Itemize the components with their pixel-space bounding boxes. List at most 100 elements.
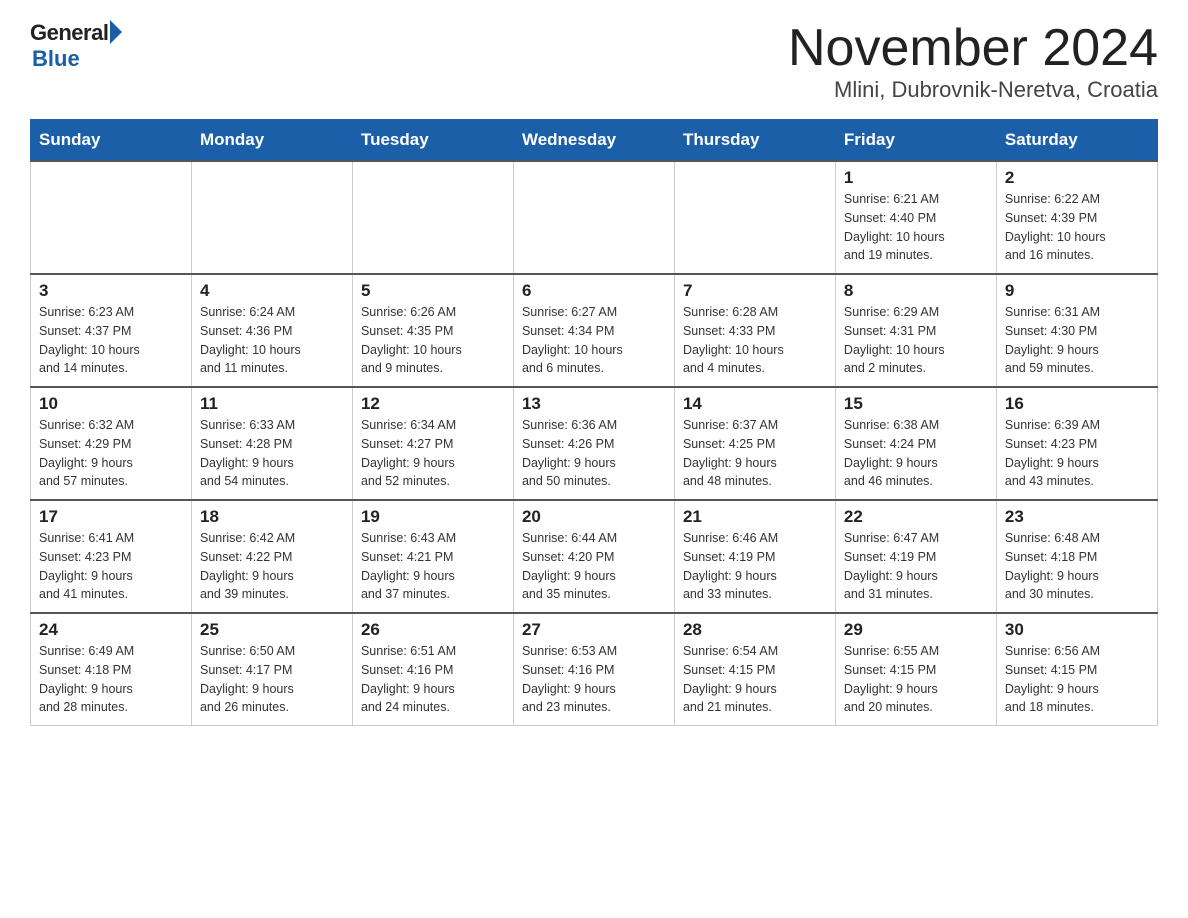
calendar-day-cell: 18Sunrise: 6:42 AMSunset: 4:22 PMDayligh… [191,500,352,613]
day-info: Sunrise: 6:34 AMSunset: 4:27 PMDaylight:… [361,416,505,491]
day-number: 7 [683,281,827,301]
calendar-empty-cell [674,161,835,274]
day-number: 16 [1005,394,1149,414]
day-info: Sunrise: 6:50 AMSunset: 4:17 PMDaylight:… [200,642,344,717]
calendar-day-cell: 13Sunrise: 6:36 AMSunset: 4:26 PMDayligh… [513,387,674,500]
calendar-day-cell: 2Sunrise: 6:22 AMSunset: 4:39 PMDaylight… [996,161,1157,274]
day-info: Sunrise: 6:24 AMSunset: 4:36 PMDaylight:… [200,303,344,378]
day-info: Sunrise: 6:41 AMSunset: 4:23 PMDaylight:… [39,529,183,604]
day-number: 18 [200,507,344,527]
day-number: 5 [361,281,505,301]
day-number: 21 [683,507,827,527]
logo: General Blue [30,20,122,72]
day-info: Sunrise: 6:32 AMSunset: 4:29 PMDaylight:… [39,416,183,491]
day-number: 13 [522,394,666,414]
day-number: 3 [39,281,183,301]
calendar-day-cell: 1Sunrise: 6:21 AMSunset: 4:40 PMDaylight… [835,161,996,274]
calendar-day-cell: 8Sunrise: 6:29 AMSunset: 4:31 PMDaylight… [835,274,996,387]
calendar-header-row: SundayMondayTuesdayWednesdayThursdayFrid… [31,120,1158,162]
calendar-day-cell: 25Sunrise: 6:50 AMSunset: 4:17 PMDayligh… [191,613,352,726]
day-number: 24 [39,620,183,640]
calendar-day-cell: 15Sunrise: 6:38 AMSunset: 4:24 PMDayligh… [835,387,996,500]
day-info: Sunrise: 6:55 AMSunset: 4:15 PMDaylight:… [844,642,988,717]
calendar-day-cell: 4Sunrise: 6:24 AMSunset: 4:36 PMDaylight… [191,274,352,387]
day-number: 27 [522,620,666,640]
calendar-day-cell: 12Sunrise: 6:34 AMSunset: 4:27 PMDayligh… [352,387,513,500]
day-info: Sunrise: 6:37 AMSunset: 4:25 PMDaylight:… [683,416,827,491]
day-info: Sunrise: 6:48 AMSunset: 4:18 PMDaylight:… [1005,529,1149,604]
day-number: 17 [39,507,183,527]
calendar-day-cell: 11Sunrise: 6:33 AMSunset: 4:28 PMDayligh… [191,387,352,500]
day-info: Sunrise: 6:39 AMSunset: 4:23 PMDaylight:… [1005,416,1149,491]
calendar-week-row: 10Sunrise: 6:32 AMSunset: 4:29 PMDayligh… [31,387,1158,500]
day-number: 15 [844,394,988,414]
day-info: Sunrise: 6:29 AMSunset: 4:31 PMDaylight:… [844,303,988,378]
day-number: 1 [844,168,988,188]
logo-general-text: General [30,20,108,46]
weekday-header-wednesday: Wednesday [513,120,674,162]
day-number: 22 [844,507,988,527]
day-number: 14 [683,394,827,414]
calendar-day-cell: 23Sunrise: 6:48 AMSunset: 4:18 PMDayligh… [996,500,1157,613]
day-number: 25 [200,620,344,640]
month-title: November 2024 [788,20,1158,77]
day-info: Sunrise: 6:46 AMSunset: 4:19 PMDaylight:… [683,529,827,604]
day-number: 26 [361,620,505,640]
day-info: Sunrise: 6:54 AMSunset: 4:15 PMDaylight:… [683,642,827,717]
day-info: Sunrise: 6:38 AMSunset: 4:24 PMDaylight:… [844,416,988,491]
day-number: 28 [683,620,827,640]
calendar-day-cell: 7Sunrise: 6:28 AMSunset: 4:33 PMDaylight… [674,274,835,387]
day-number: 9 [1005,281,1149,301]
day-info: Sunrise: 6:42 AMSunset: 4:22 PMDaylight:… [200,529,344,604]
day-info: Sunrise: 6:26 AMSunset: 4:35 PMDaylight:… [361,303,505,378]
calendar-day-cell: 17Sunrise: 6:41 AMSunset: 4:23 PMDayligh… [31,500,192,613]
day-info: Sunrise: 6:49 AMSunset: 4:18 PMDaylight:… [39,642,183,717]
calendar-week-row: 1Sunrise: 6:21 AMSunset: 4:40 PMDaylight… [31,161,1158,274]
calendar-day-cell: 30Sunrise: 6:56 AMSunset: 4:15 PMDayligh… [996,613,1157,726]
logo-blue-text: Blue [32,46,80,72]
day-info: Sunrise: 6:27 AMSunset: 4:34 PMDaylight:… [522,303,666,378]
day-number: 8 [844,281,988,301]
logo-triangle-icon [110,20,122,44]
day-info: Sunrise: 6:47 AMSunset: 4:19 PMDaylight:… [844,529,988,604]
day-info: Sunrise: 6:51 AMSunset: 4:16 PMDaylight:… [361,642,505,717]
day-info: Sunrise: 6:56 AMSunset: 4:15 PMDaylight:… [1005,642,1149,717]
calendar-day-cell: 16Sunrise: 6:39 AMSunset: 4:23 PMDayligh… [996,387,1157,500]
day-number: 29 [844,620,988,640]
calendar-day-cell: 27Sunrise: 6:53 AMSunset: 4:16 PMDayligh… [513,613,674,726]
day-info: Sunrise: 6:22 AMSunset: 4:39 PMDaylight:… [1005,190,1149,265]
calendar-day-cell: 20Sunrise: 6:44 AMSunset: 4:20 PMDayligh… [513,500,674,613]
weekday-header-tuesday: Tuesday [352,120,513,162]
location-title: Mlini, Dubrovnik-Neretva, Croatia [788,77,1158,103]
day-info: Sunrise: 6:36 AMSunset: 4:26 PMDaylight:… [522,416,666,491]
day-info: Sunrise: 6:21 AMSunset: 4:40 PMDaylight:… [844,190,988,265]
calendar-day-cell: 21Sunrise: 6:46 AMSunset: 4:19 PMDayligh… [674,500,835,613]
calendar-day-cell: 14Sunrise: 6:37 AMSunset: 4:25 PMDayligh… [674,387,835,500]
calendar-day-cell: 28Sunrise: 6:54 AMSunset: 4:15 PMDayligh… [674,613,835,726]
weekday-header-saturday: Saturday [996,120,1157,162]
day-info: Sunrise: 6:44 AMSunset: 4:20 PMDaylight:… [522,529,666,604]
day-number: 23 [1005,507,1149,527]
day-info: Sunrise: 6:23 AMSunset: 4:37 PMDaylight:… [39,303,183,378]
calendar-table: SundayMondayTuesdayWednesdayThursdayFrid… [30,119,1158,726]
calendar-empty-cell [191,161,352,274]
day-info: Sunrise: 6:33 AMSunset: 4:28 PMDaylight:… [200,416,344,491]
calendar-day-cell: 6Sunrise: 6:27 AMSunset: 4:34 PMDaylight… [513,274,674,387]
calendar-day-cell: 5Sunrise: 6:26 AMSunset: 4:35 PMDaylight… [352,274,513,387]
day-number: 19 [361,507,505,527]
calendar-day-cell: 22Sunrise: 6:47 AMSunset: 4:19 PMDayligh… [835,500,996,613]
calendar-week-row: 17Sunrise: 6:41 AMSunset: 4:23 PMDayligh… [31,500,1158,613]
weekday-header-thursday: Thursday [674,120,835,162]
title-block: November 2024 Mlini, Dubrovnik-Neretva, … [788,20,1158,103]
day-number: 10 [39,394,183,414]
calendar-empty-cell [352,161,513,274]
calendar-week-row: 3Sunrise: 6:23 AMSunset: 4:37 PMDaylight… [31,274,1158,387]
calendar-day-cell: 24Sunrise: 6:49 AMSunset: 4:18 PMDayligh… [31,613,192,726]
calendar-empty-cell [31,161,192,274]
day-number: 2 [1005,168,1149,188]
calendar-day-cell: 29Sunrise: 6:55 AMSunset: 4:15 PMDayligh… [835,613,996,726]
day-number: 4 [200,281,344,301]
day-number: 30 [1005,620,1149,640]
calendar-week-row: 24Sunrise: 6:49 AMSunset: 4:18 PMDayligh… [31,613,1158,726]
calendar-day-cell: 26Sunrise: 6:51 AMSunset: 4:16 PMDayligh… [352,613,513,726]
